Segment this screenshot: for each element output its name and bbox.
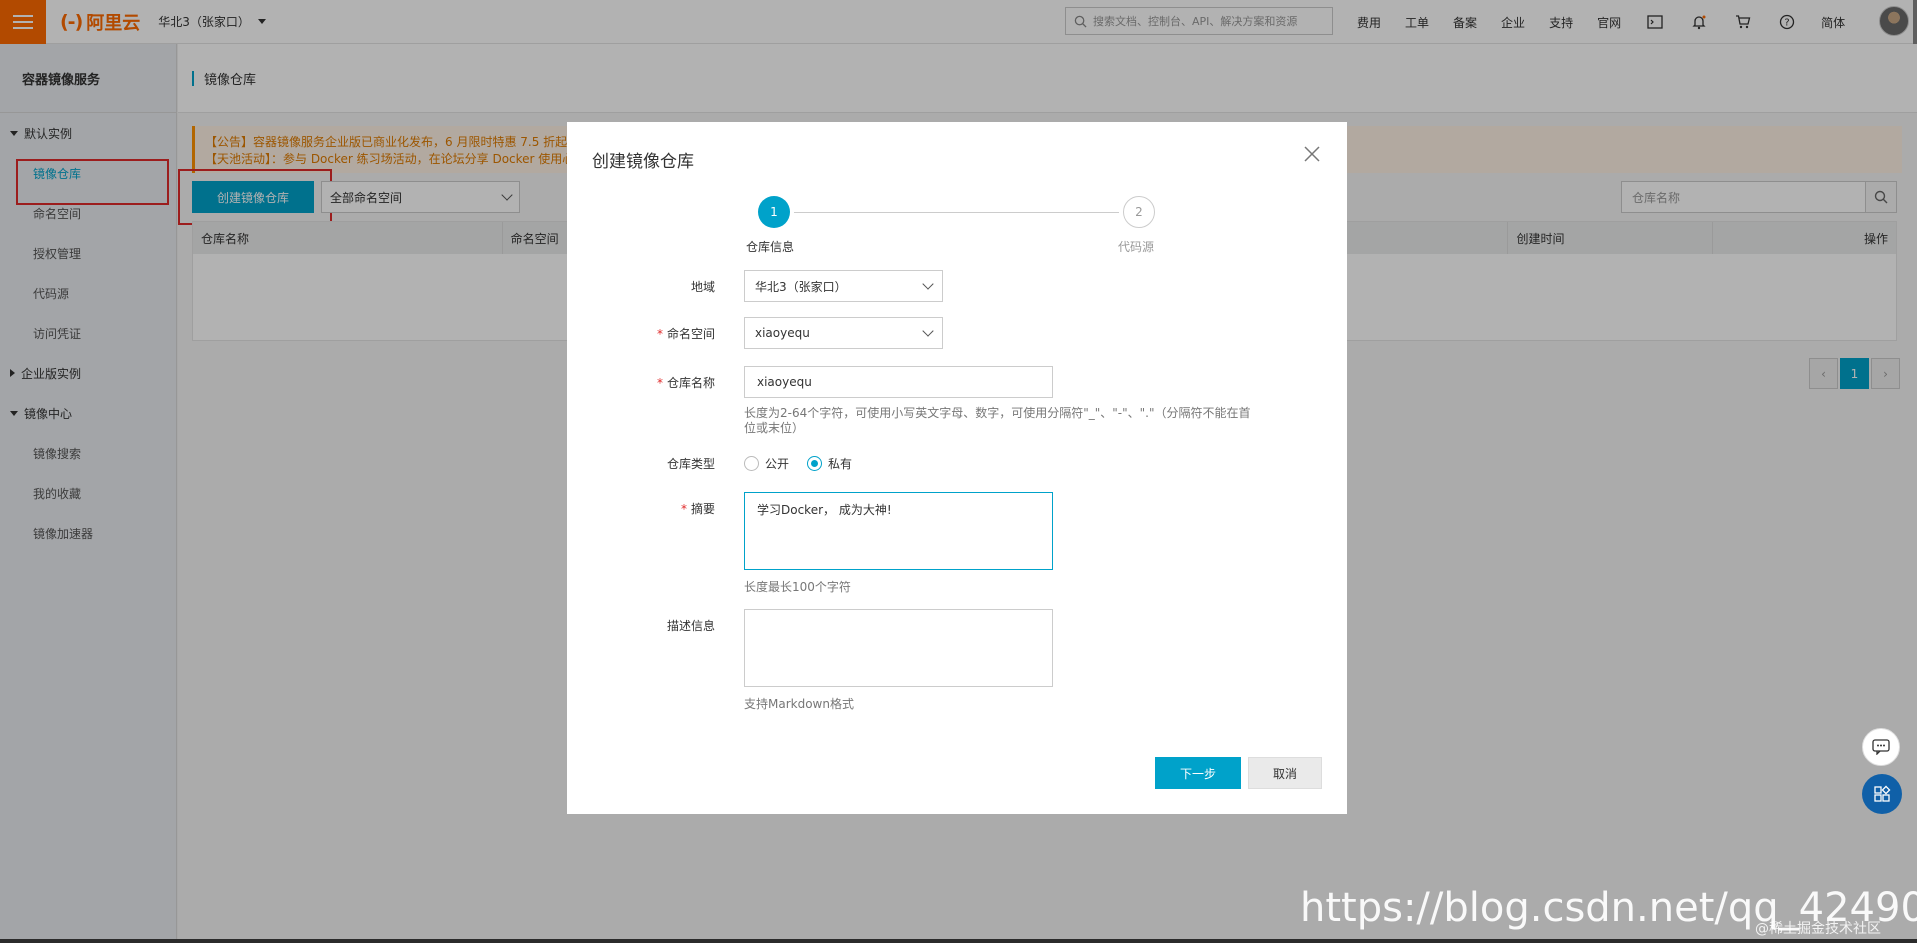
namespace-label: * 命名空间	[656, 327, 715, 341]
author-watermark: @稀土掘金技术社区	[1755, 921, 1881, 937]
radio-label: 私有	[828, 457, 853, 471]
radio-unchecked-icon	[744, 456, 759, 471]
namespace-select-value: xiaoyequ	[755, 326, 810, 340]
cancel-button[interactable]: 取消	[1248, 757, 1322, 789]
radio-checked-icon	[807, 456, 823, 471]
step-2-label: 代码源	[1118, 240, 1155, 254]
summary-label: * 摘要	[680, 502, 715, 516]
region-label: 地域	[690, 280, 715, 294]
description-textarea[interactable]	[744, 609, 1053, 687]
repo-type-radio-group: 公开 私有	[744, 455, 852, 472]
step-1-label: 仓库信息	[746, 240, 795, 254]
close-icon[interactable]	[1302, 144, 1322, 164]
namespace-select[interactable]: xiaoyequ	[744, 317, 943, 349]
chevron-down-icon	[922, 325, 934, 337]
taskbar-strip	[0, 939, 1917, 943]
repo-type-public-radio[interactable]: 公开	[744, 455, 789, 472]
repo-name-value: xiaoyequ	[757, 375, 812, 389]
step-2-indicator: 2	[1123, 196, 1155, 228]
repo-name-label: * 仓库名称	[656, 376, 715, 390]
repo-name-hint: 长度为2-64个字符，可使用小写英文字母、数字，可使用分隔符"_"、"-"、".…	[744, 406, 1251, 435]
description-label: 描述信息	[666, 619, 715, 633]
dialog-title: 创建镜像仓库	[592, 152, 694, 172]
step-connector	[794, 212, 1119, 213]
summary-textarea[interactable]: 学习Docker， 成为大神!	[744, 492, 1053, 570]
wizard-steps: 1 2 仓库信息 代码源	[567, 196, 1347, 256]
radio-label: 公开	[765, 457, 790, 471]
chevron-down-icon	[922, 278, 934, 290]
apps-icon[interactable]	[1862, 774, 1902, 814]
create-repository-dialog: 创建镜像仓库 1 2 仓库信息 代码源 地域 华北3（张家口） * 命名空间 xi…	[567, 122, 1347, 814]
chat-icon[interactable]	[1862, 728, 1900, 766]
repo-type-label: 仓库类型	[666, 457, 715, 471]
region-select[interactable]: 华北3（张家口）	[744, 270, 943, 302]
description-hint: 支持Markdown格式	[744, 697, 854, 711]
repo-type-private-radio[interactable]: 私有	[807, 455, 852, 472]
step-1-indicator: 1	[758, 196, 790, 228]
summary-value: 学习Docker， 成为大神!	[757, 503, 892, 517]
region-select-value: 华北3（张家口）	[755, 279, 847, 294]
next-step-button[interactable]: 下一步	[1155, 757, 1241, 789]
summary-hint: 长度最长100个字符	[744, 580, 851, 594]
repo-name-input[interactable]: xiaoyequ	[744, 366, 1053, 398]
